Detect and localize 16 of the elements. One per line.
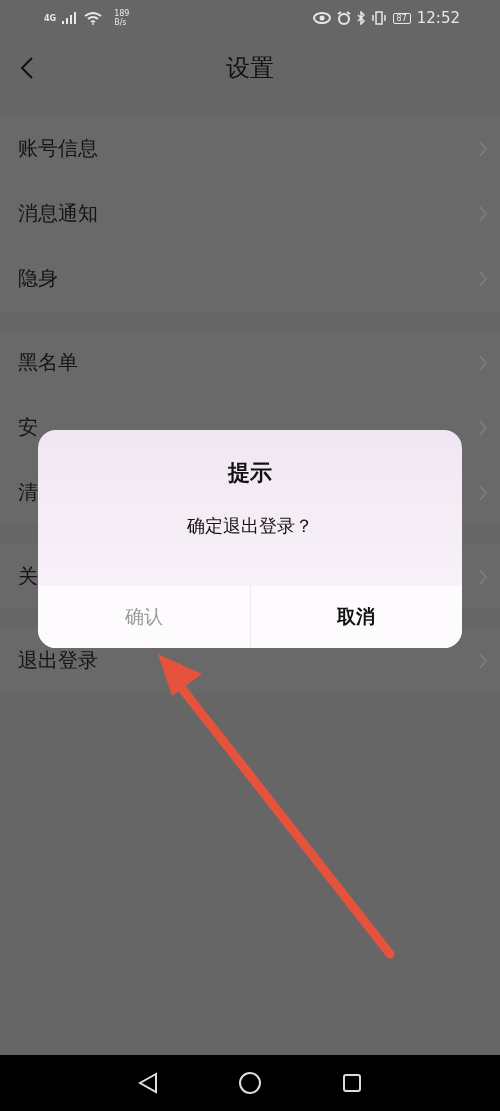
network-type: 4G — [44, 13, 57, 23]
row-label: 清 — [18, 479, 38, 506]
row-label: 安 — [18, 414, 38, 441]
battery-level: 87 — [392, 12, 411, 24]
page-title: 设置 — [226, 53, 274, 84]
dialog-title: 提示 — [226, 458, 273, 487]
row-label: 退出登录 — [18, 647, 98, 674]
dialog-message: 确定退出登录？ — [186, 514, 314, 538]
clock-time: 12:52 — [416, 9, 460, 27]
speed-unit: B/s — [114, 18, 128, 27]
speed-value: 189 — [114, 9, 130, 18]
row-label: 隐身 — [18, 265, 58, 292]
row-label: 关 — [18, 563, 38, 590]
row-label: 账号信息 — [18, 135, 98, 162]
row-label: 黑名单 — [18, 349, 78, 376]
row-label: 消息通知 — [18, 200, 98, 227]
